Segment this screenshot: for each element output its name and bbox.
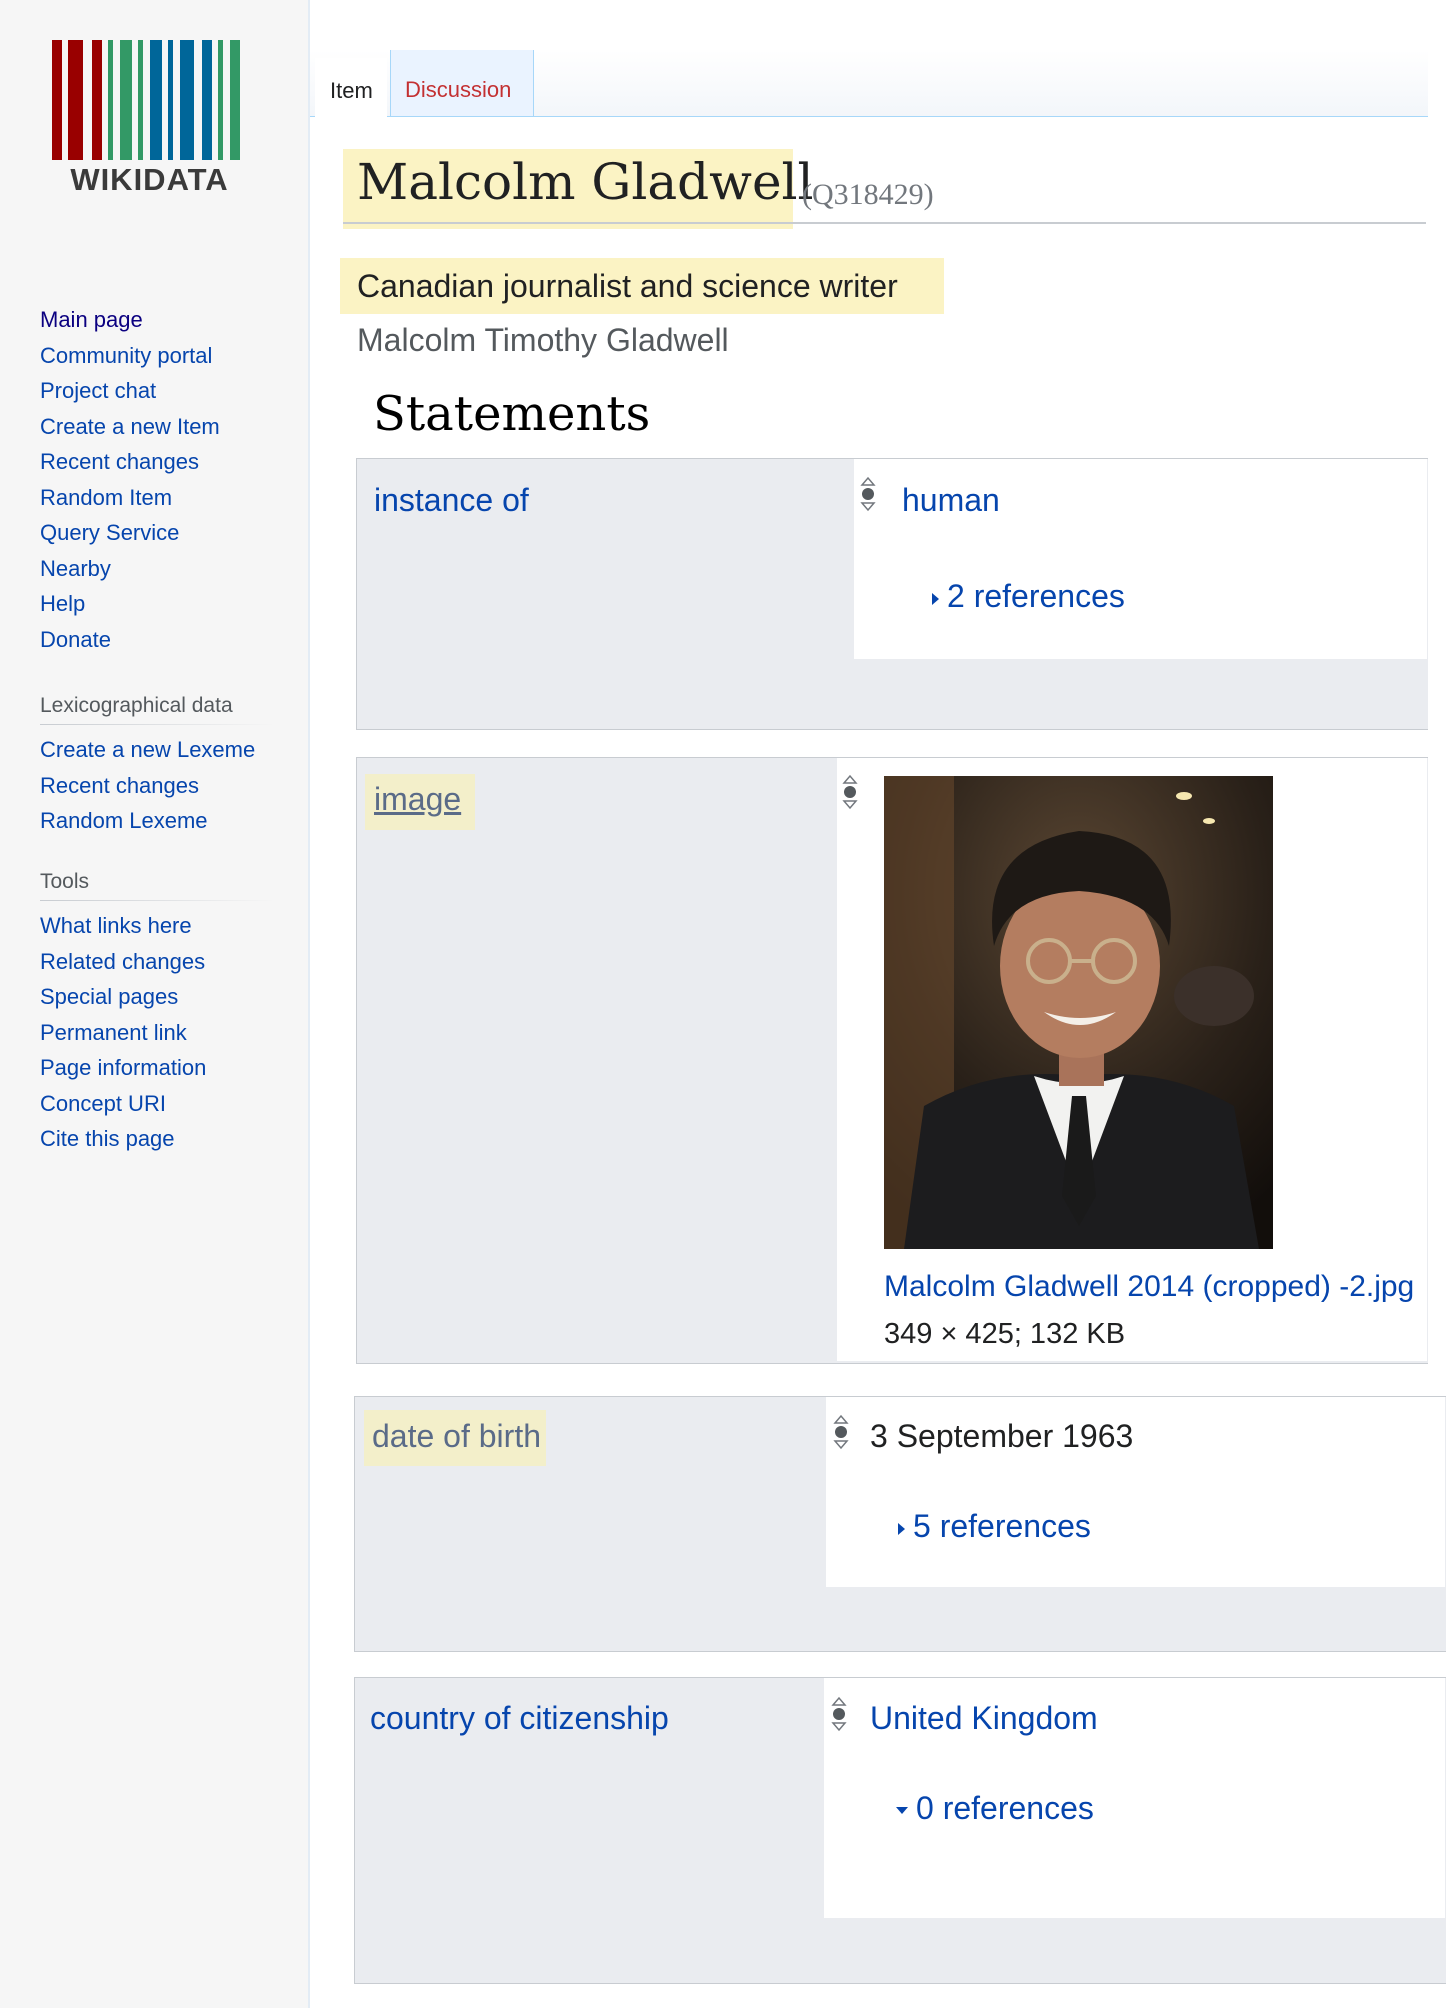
references-count: 2 references [947, 578, 1125, 614]
entity-description: Canadian journalist and science writer [357, 268, 898, 304]
nav-create-lexeme[interactable]: Create a new Lexeme [40, 732, 255, 768]
nav-help[interactable]: Help [40, 586, 220, 622]
nav-project-chat[interactable]: Project chat [40, 373, 220, 409]
portrait-photo[interactable] [884, 776, 1273, 1249]
nav-main-page[interactable]: Main page [40, 302, 220, 338]
entity-alias: Malcolm Timothy Gladwell [357, 322, 729, 358]
references-count: 5 references [913, 1508, 1091, 1544]
nav-lexicographical: Create a new Lexeme Recent changes Rando… [40, 732, 255, 839]
logo-wordmark: WIKIDATA [70, 162, 229, 197]
nav-what-links-here[interactable]: What links here [40, 908, 206, 944]
expand-triangle-icon [932, 592, 939, 605]
sidebar-divider [308, 0, 310, 2008]
collapse-triangle-icon [896, 1807, 908, 1815]
nav-random-item[interactable]: Random Item [40, 480, 220, 516]
nav-concept-uri[interactable]: Concept URI [40, 1086, 206, 1122]
property-country-of-citizenship[interactable]: country of citizenship [370, 1700, 669, 1737]
tab-discussion[interactable]: Discussion [390, 50, 534, 116]
portal-divider [40, 724, 275, 725]
nav-permanent-link[interactable]: Permanent link [40, 1015, 206, 1051]
nav-nearby[interactable]: Nearby [40, 551, 220, 587]
image-metadata: 349 × 425; 132 KB [884, 1318, 1126, 1350]
value-date: 3 September 1963 [870, 1418, 1134, 1454]
title-underline [343, 222, 1426, 224]
rank-selector-icon[interactable] [830, 1696, 848, 1732]
portal-divider [40, 900, 275, 901]
property-date-of-birth[interactable]: date of birth [372, 1418, 541, 1455]
statements-heading: Statements [373, 386, 651, 442]
expand-triangle-icon [898, 1522, 905, 1535]
references-toggle[interactable]: 5 references [898, 1508, 1091, 1545]
rank-selector-icon[interactable] [859, 476, 877, 512]
nav-tools: What links here Related changes Special … [40, 908, 206, 1157]
nav-main: Main page Community portal Project chat … [40, 302, 220, 657]
nav-related-changes[interactable]: Related changes [40, 944, 206, 980]
property-instance-of[interactable]: instance of [374, 482, 529, 519]
rank-selector-icon[interactable] [832, 1414, 850, 1450]
wikidata-logo[interactable]: WIKIDATA [52, 40, 247, 205]
nav-random-lexeme[interactable]: Random Lexeme [40, 803, 255, 839]
property-image[interactable]: image [374, 781, 461, 818]
nav-special-pages[interactable]: Special pages [40, 979, 206, 1015]
nav-cite-this-page[interactable]: Cite this page [40, 1121, 206, 1157]
nav-donate[interactable]: Donate [40, 622, 220, 658]
nav-create-item[interactable]: Create a new Item [40, 409, 220, 445]
tab-item-label: Item [330, 78, 373, 103]
page-title: Malcolm Gladwell [357, 153, 814, 211]
tab-item[interactable]: Item [315, 58, 387, 117]
portal-heading-lexicographical: Lexicographical data [40, 694, 233, 717]
rank-selector-icon[interactable] [841, 774, 859, 810]
nav-lexeme-recent-changes[interactable]: Recent changes [40, 768, 255, 804]
nav-recent-changes[interactable]: Recent changes [40, 444, 220, 480]
references-toggle[interactable]: 2 references [932, 578, 1125, 615]
value-united-kingdom[interactable]: United Kingdom [870, 1700, 1098, 1737]
references-toggle[interactable]: 0 references [896, 1790, 1094, 1827]
tab-bar-border [310, 116, 1428, 117]
entity-id: (Q318429) [802, 178, 934, 211]
value-human[interactable]: human [902, 482, 1000, 519]
references-count: 0 references [916, 1790, 1094, 1826]
portal-heading-tools: Tools [40, 870, 90, 893]
nav-community-portal[interactable]: Community portal [40, 338, 220, 374]
tab-discussion-label: Discussion [405, 77, 512, 102]
nav-query-service[interactable]: Query Service [40, 515, 220, 551]
image-filename[interactable]: Malcolm Gladwell 2014 (cropped) -2.jpg [884, 1270, 1414, 1304]
nav-page-information[interactable]: Page information [40, 1050, 206, 1086]
